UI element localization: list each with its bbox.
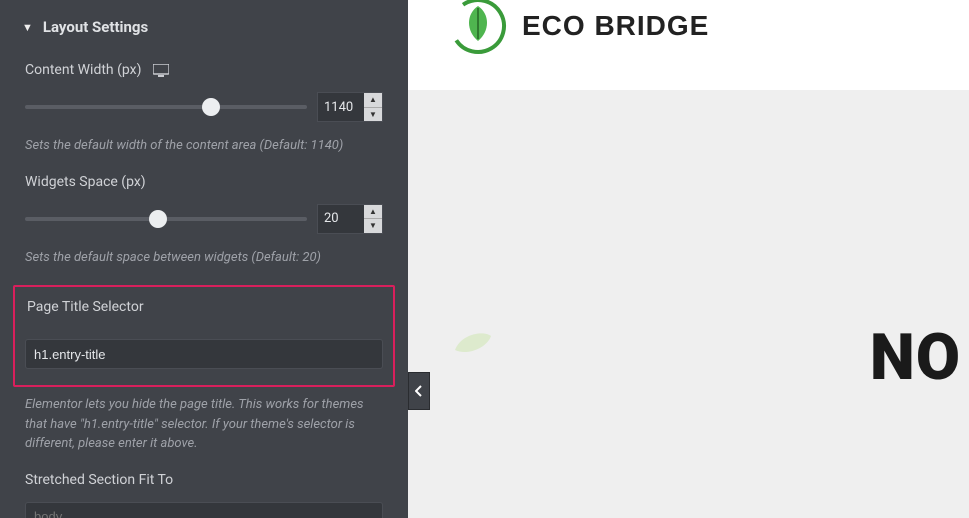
hero-headline: NO xyxy=(870,320,961,395)
preview-pane: ECO BRIDGE NO xyxy=(408,0,969,518)
chevron-down-icon: ▼ xyxy=(22,21,33,34)
content-width-slider[interactable] xyxy=(25,105,307,109)
leaf-decoration-icon xyxy=(453,330,493,356)
section-header[interactable]: ▼ Layout Settings xyxy=(0,0,408,54)
widgets-space-group: Widgets Space (px) 20 ▲▼ Sets the defaul… xyxy=(25,174,383,268)
widgets-space-stepper[interactable]: ▲▼ xyxy=(364,205,382,233)
stretched-label: Stretched Section Fit To xyxy=(25,472,383,488)
settings-sidebar: ▼ Layout Settings Content Width (px) 114… xyxy=(0,0,408,518)
desktop-icon[interactable] xyxy=(153,64,169,77)
hero-section: NO xyxy=(408,90,969,518)
leaf-logo-icon xyxy=(448,0,508,56)
widgets-space-input[interactable]: 20 ▲▼ xyxy=(317,204,383,234)
content-width-label: Content Width (px) xyxy=(25,62,141,78)
stretched-input[interactable] xyxy=(25,502,383,518)
page-title-input[interactable] xyxy=(25,339,383,369)
brand-text: ECO BRIDGE xyxy=(522,10,709,42)
collapse-sidebar-button[interactable] xyxy=(408,372,430,410)
content-width-hint: Sets the default width of the content ar… xyxy=(25,136,383,156)
content-width-input[interactable]: 1140 ▲▼ xyxy=(317,92,383,122)
section-title: Layout Settings xyxy=(43,18,148,36)
content-width-stepper[interactable]: ▲▼ xyxy=(364,93,382,121)
page-title-selector-group: Page Title Selector xyxy=(13,285,395,387)
content-width-group: Content Width (px) 1140 ▲▼ Sets the defa… xyxy=(25,62,383,156)
widgets-space-label: Widgets Space (px) xyxy=(25,174,146,190)
page-title-label: Page Title Selector xyxy=(27,299,144,315)
page-title-hint: Elementor lets you hide the page title. … xyxy=(25,395,383,454)
widgets-space-hint: Sets the default space between widgets (… xyxy=(25,248,383,268)
widgets-space-slider[interactable] xyxy=(25,217,307,221)
chevron-left-icon xyxy=(415,385,423,397)
brand-logo: ECO BRIDGE xyxy=(448,0,709,56)
